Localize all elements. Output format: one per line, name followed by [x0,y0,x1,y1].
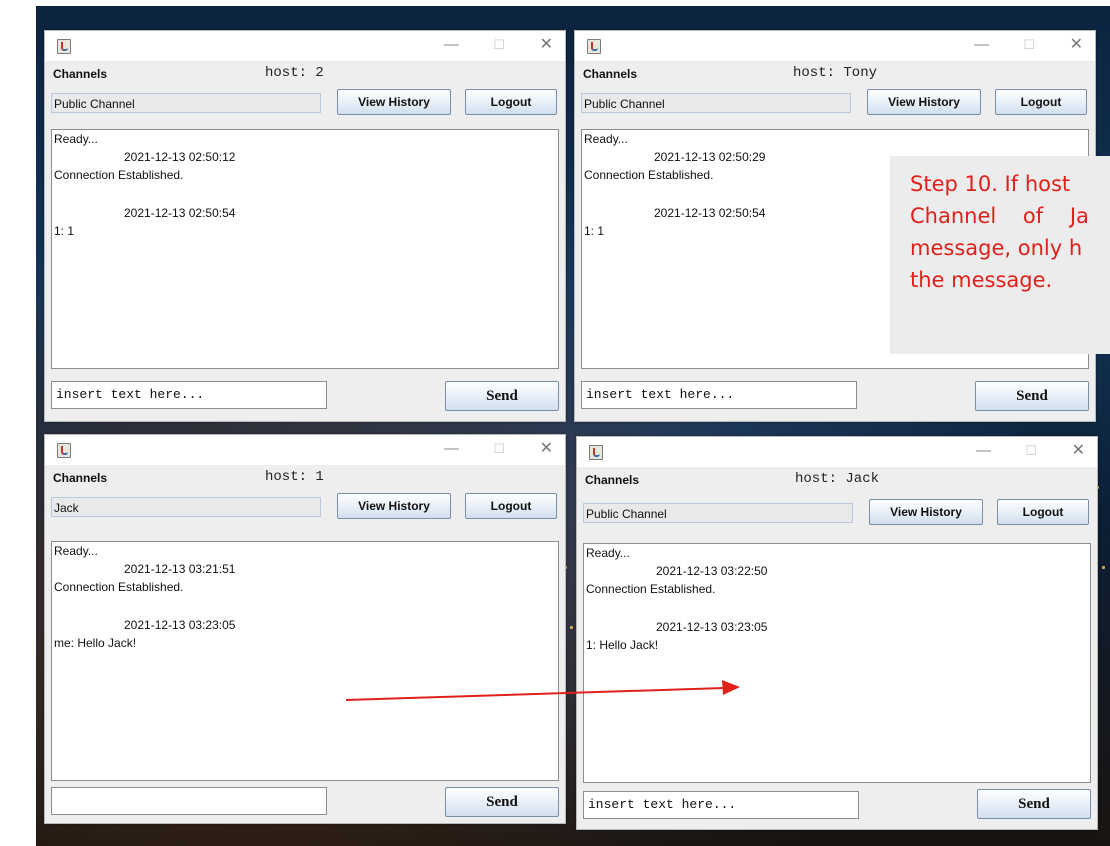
annotation-arrow [345,680,740,701]
arrow-head-icon [722,680,740,695]
